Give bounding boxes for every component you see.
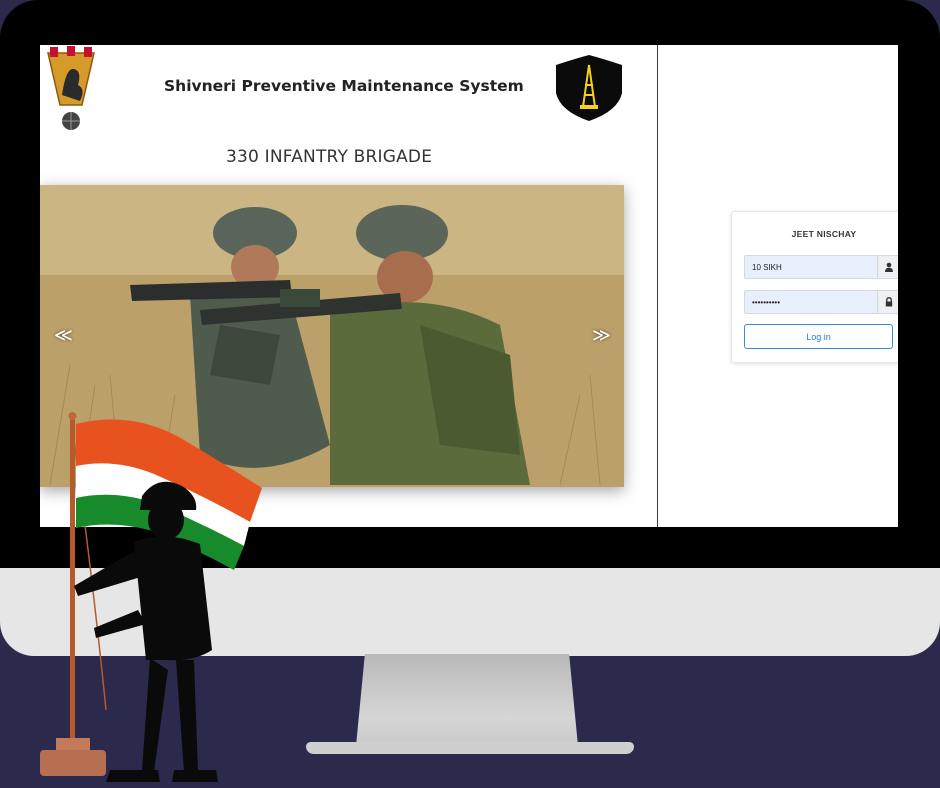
brigade-shield-icon xyxy=(556,55,622,121)
lock-icon xyxy=(877,291,898,313)
username-input[interactable] xyxy=(745,256,877,278)
page-title: Shivneri Preventive Maintenance System xyxy=(164,77,524,95)
login-button[interactable]: Log in xyxy=(744,324,893,349)
carousel-prev-button[interactable]: ≪ xyxy=(54,325,73,346)
carousel-next-button[interactable]: ≫ xyxy=(592,325,611,346)
password-input[interactable] xyxy=(745,291,877,313)
username-field[interactable] xyxy=(744,255,898,279)
user-icon xyxy=(877,256,898,278)
login-title: JEET NISCHAY xyxy=(791,229,857,239)
soldier-flag-illustration xyxy=(40,412,262,782)
monitor-stand xyxy=(356,654,578,746)
unit-title: 330 INFANTRY BRIGADE xyxy=(226,147,433,167)
regimental-crest-icon xyxy=(47,46,95,130)
monitor-base xyxy=(306,742,634,754)
login-card: JEET NISCHAY Log in xyxy=(731,211,898,363)
password-field[interactable] xyxy=(744,290,898,314)
